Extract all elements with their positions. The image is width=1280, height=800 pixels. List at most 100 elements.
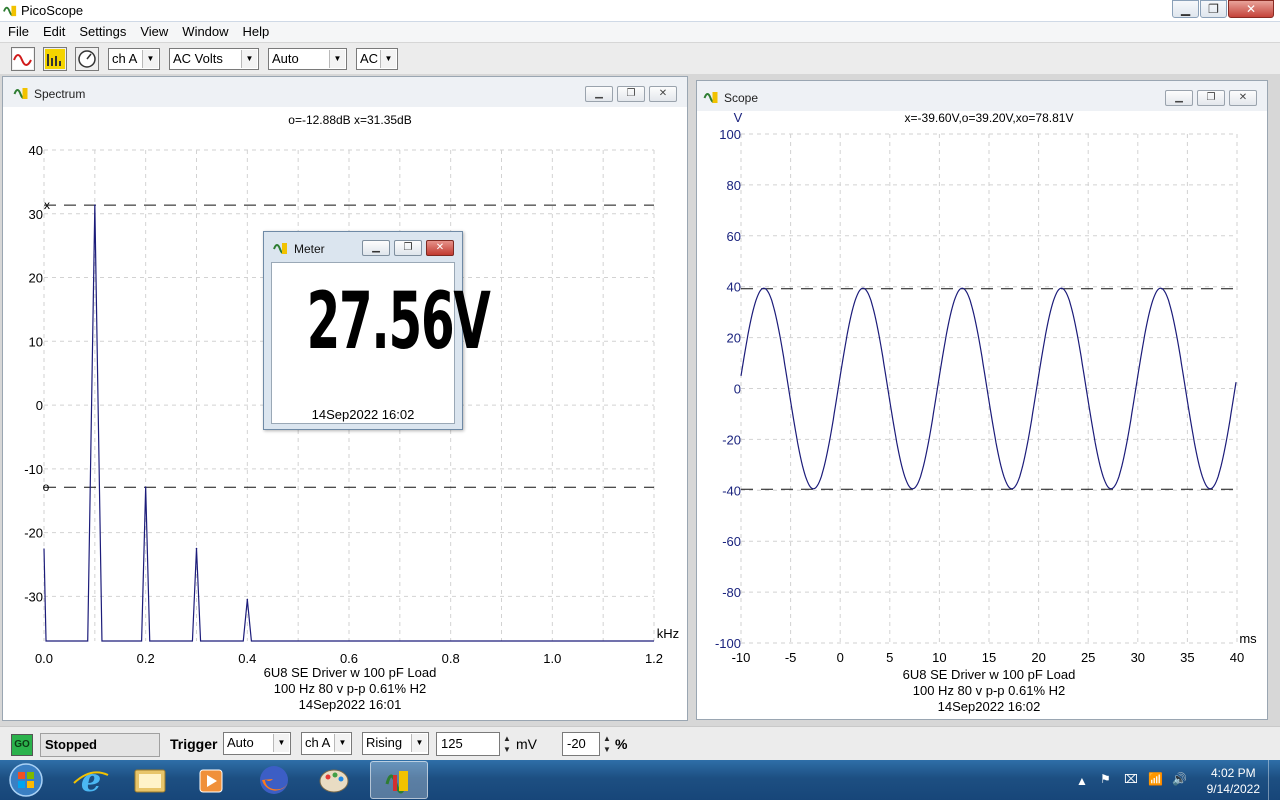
meter-minimize-button[interactable]: ▁ — [362, 240, 390, 256]
y-tick-label: 80 — [727, 178, 741, 193]
picoscope-window-icon — [703, 92, 718, 103]
picoscope-app-icon — [3, 5, 17, 17]
trigger-edge-select[interactable]: Rising ▼ — [362, 732, 429, 755]
close-button[interactable]: ✕ — [1228, 0, 1274, 18]
paint-palette-icon — [319, 769, 349, 793]
meter-window: Meter ▁ ❐ ✕ 27.56V 14Sep2022 16:02 — [263, 231, 491, 430]
usb-device-icon[interactable]: ⌧ — [1124, 772, 1138, 786]
trigger-channel-value: ch A — [305, 735, 331, 750]
scope-view-button[interactable] — [11, 47, 35, 71]
spectrum-restore-button[interactable]: ❐ — [617, 86, 645, 102]
x-tick-label: 1.2 — [645, 651, 663, 666]
menu-settings[interactable]: Settings — [71, 22, 132, 42]
range-select[interactable]: Auto ▼ — [268, 48, 347, 70]
trigger-level-value: 125 — [441, 736, 463, 751]
pretrigger-value: -20 — [567, 736, 586, 751]
x-tick-label: 10 — [932, 650, 946, 665]
coupling-select[interactable]: AC ▼ — [356, 48, 398, 70]
taskbar-media-player[interactable] — [181, 761, 239, 799]
range-select-value: Auto — [272, 51, 299, 66]
x-tick-label: 20 — [1031, 650, 1045, 665]
spectrum-minimize-button[interactable]: ▁ — [585, 86, 613, 102]
minimize-icon: ▁ — [595, 88, 603, 99]
x-tick-label: 15 — [982, 650, 996, 665]
show-desktop-button[interactable] — [1268, 760, 1280, 800]
menu-edit[interactable]: Edit — [35, 22, 71, 42]
x-tick-label: 0 — [837, 650, 844, 665]
scope-restore-button[interactable]: ❐ — [1197, 90, 1225, 106]
spectrum-peak — [144, 486, 147, 488]
scope-window: Scope ▁ ❐ ✕ Vx=-39.60V,o=39.20V,xo=78.81… — [696, 80, 1268, 720]
trigger-unit: mV — [516, 736, 537, 752]
scope-plot[interactable]: Vx=-39.60V,o=39.20V,xo=78.81V 100 80 60 40 20… — [697, 111, 1267, 719]
chevron-down-icon: ▼ — [142, 50, 158, 68]
y-tick-label: -100 — [715, 636, 741, 651]
media-player-icon — [199, 769, 223, 793]
spin-arrows-icon[interactable]: ▲ ▼ — [601, 733, 613, 757]
channel-select[interactable]: ch A ▼ — [108, 48, 160, 70]
meter-display: 27.56V 14Sep2022 16:02 — [271, 262, 491, 424]
plot-caption-line: 14Sep2022 16:01 — [299, 697, 402, 712]
taskbar-picoscope[interactable] — [370, 761, 428, 799]
x-unit-label: kHz — [657, 626, 679, 641]
meter-window-titlebar[interactable]: Meter ▁ ❐ ✕ — [264, 232, 462, 262]
network-signal-icon[interactable]: 📶 — [1148, 772, 1163, 786]
channel-select-value: ch A — [112, 51, 138, 66]
minimize-icon: ▁ — [1180, 2, 1191, 16]
plot-caption-line: 14Sep2022 16:02 — [938, 699, 1041, 714]
restore-button[interactable]: ❐ — [1200, 0, 1227, 18]
pretrigger-unit: % — [615, 736, 628, 752]
y-unit-label: V — [734, 111, 743, 125]
x-tick-label: 30 — [1131, 650, 1145, 665]
taskbar-explorer[interactable] — [121, 761, 179, 799]
show-hidden-icons-icon[interactable]: ▲ — [1076, 774, 1088, 788]
mode-select[interactable]: AC Volts ▼ — [169, 48, 259, 70]
taskbar-ie[interactable]: e — [62, 761, 120, 799]
x-tick-label: 0.4 — [238, 651, 256, 666]
y-tick-label: 30 — [29, 207, 43, 222]
chevron-down-icon: ▼ — [273, 734, 289, 752]
scope-minimize-button[interactable]: ▁ — [1165, 90, 1193, 106]
volume-icon[interactable]: 🔊 — [1172, 772, 1187, 786]
system-clock[interactable]: 4:02 PM 9/14/2022 — [1207, 765, 1260, 797]
pretrigger-input[interactable]: -20 ▲ ▼ — [562, 732, 611, 756]
spectrum-window-titlebar[interactable]: Spectrum ▁ ❐ ✕ — [3, 77, 687, 107]
start-button[interactable] — [4, 761, 48, 799]
internet-explorer-icon: e — [73, 761, 109, 799]
y-tick-label: 100 — [719, 127, 741, 142]
meter-window-title: Meter — [294, 242, 325, 256]
menu-view[interactable]: View — [132, 22, 174, 42]
trigger-channel-select[interactable]: ch A ▼ — [301, 732, 352, 755]
meter-close-button[interactable]: ✕ — [426, 240, 454, 256]
plot-caption-line: 6U8 SE Driver w 100 pF Load — [903, 667, 1076, 682]
trigger-level-input[interactable]: 125 ▲ ▼ — [436, 732, 511, 756]
menu-window[interactable]: Window — [174, 22, 234, 42]
scope-window-titlebar[interactable]: Scope ▁ ❐ ✕ — [697, 81, 1267, 111]
go-button[interactable]: GO — [11, 734, 33, 756]
chevron-down-icon: ▼ — [380, 50, 396, 68]
firefox-icon — [260, 766, 288, 794]
trigger-mode-select[interactable]: Auto ▼ — [223, 732, 291, 755]
spectrum-close-button[interactable]: ✕ — [649, 86, 677, 102]
clock-date: 9/14/2022 — [1206, 782, 1260, 796]
scope-cursor-readout: x=-39.60V,o=39.20V,xo=78.81V — [905, 111, 1074, 125]
action-center-flag-icon[interactable]: ⚑ — [1100, 772, 1111, 786]
spectrum-view-button[interactable] — [43, 47, 67, 71]
y-tick-label: 10 — [29, 334, 43, 349]
scope-window-title: Scope — [724, 91, 759, 105]
close-icon: ✕ — [1245, 2, 1257, 16]
chevron-down-icon: ▼ — [241, 50, 257, 68]
meter-restore-button[interactable]: ❐ — [394, 240, 422, 256]
chevron-down-icon: ▼ — [334, 734, 350, 752]
picoscope-window-icon — [13, 88, 28, 99]
menu-help[interactable]: Help — [235, 22, 276, 42]
spin-arrows-icon[interactable]: ▲ ▼ — [501, 733, 513, 757]
minimize-button[interactable]: ▁ — [1172, 0, 1199, 18]
taskbar-paint[interactable] — [305, 761, 363, 799]
y-tick-label: -40 — [722, 483, 741, 498]
meter-view-button[interactable] — [75, 47, 99, 71]
toolbar: ch A ▼ AC Volts ▼ Auto ▼ AC ▼ — [0, 42, 1280, 74]
taskbar-firefox[interactable] — [245, 761, 303, 799]
menu-file[interactable]: File — [0, 22, 35, 42]
scope-close-button[interactable]: ✕ — [1229, 90, 1257, 106]
